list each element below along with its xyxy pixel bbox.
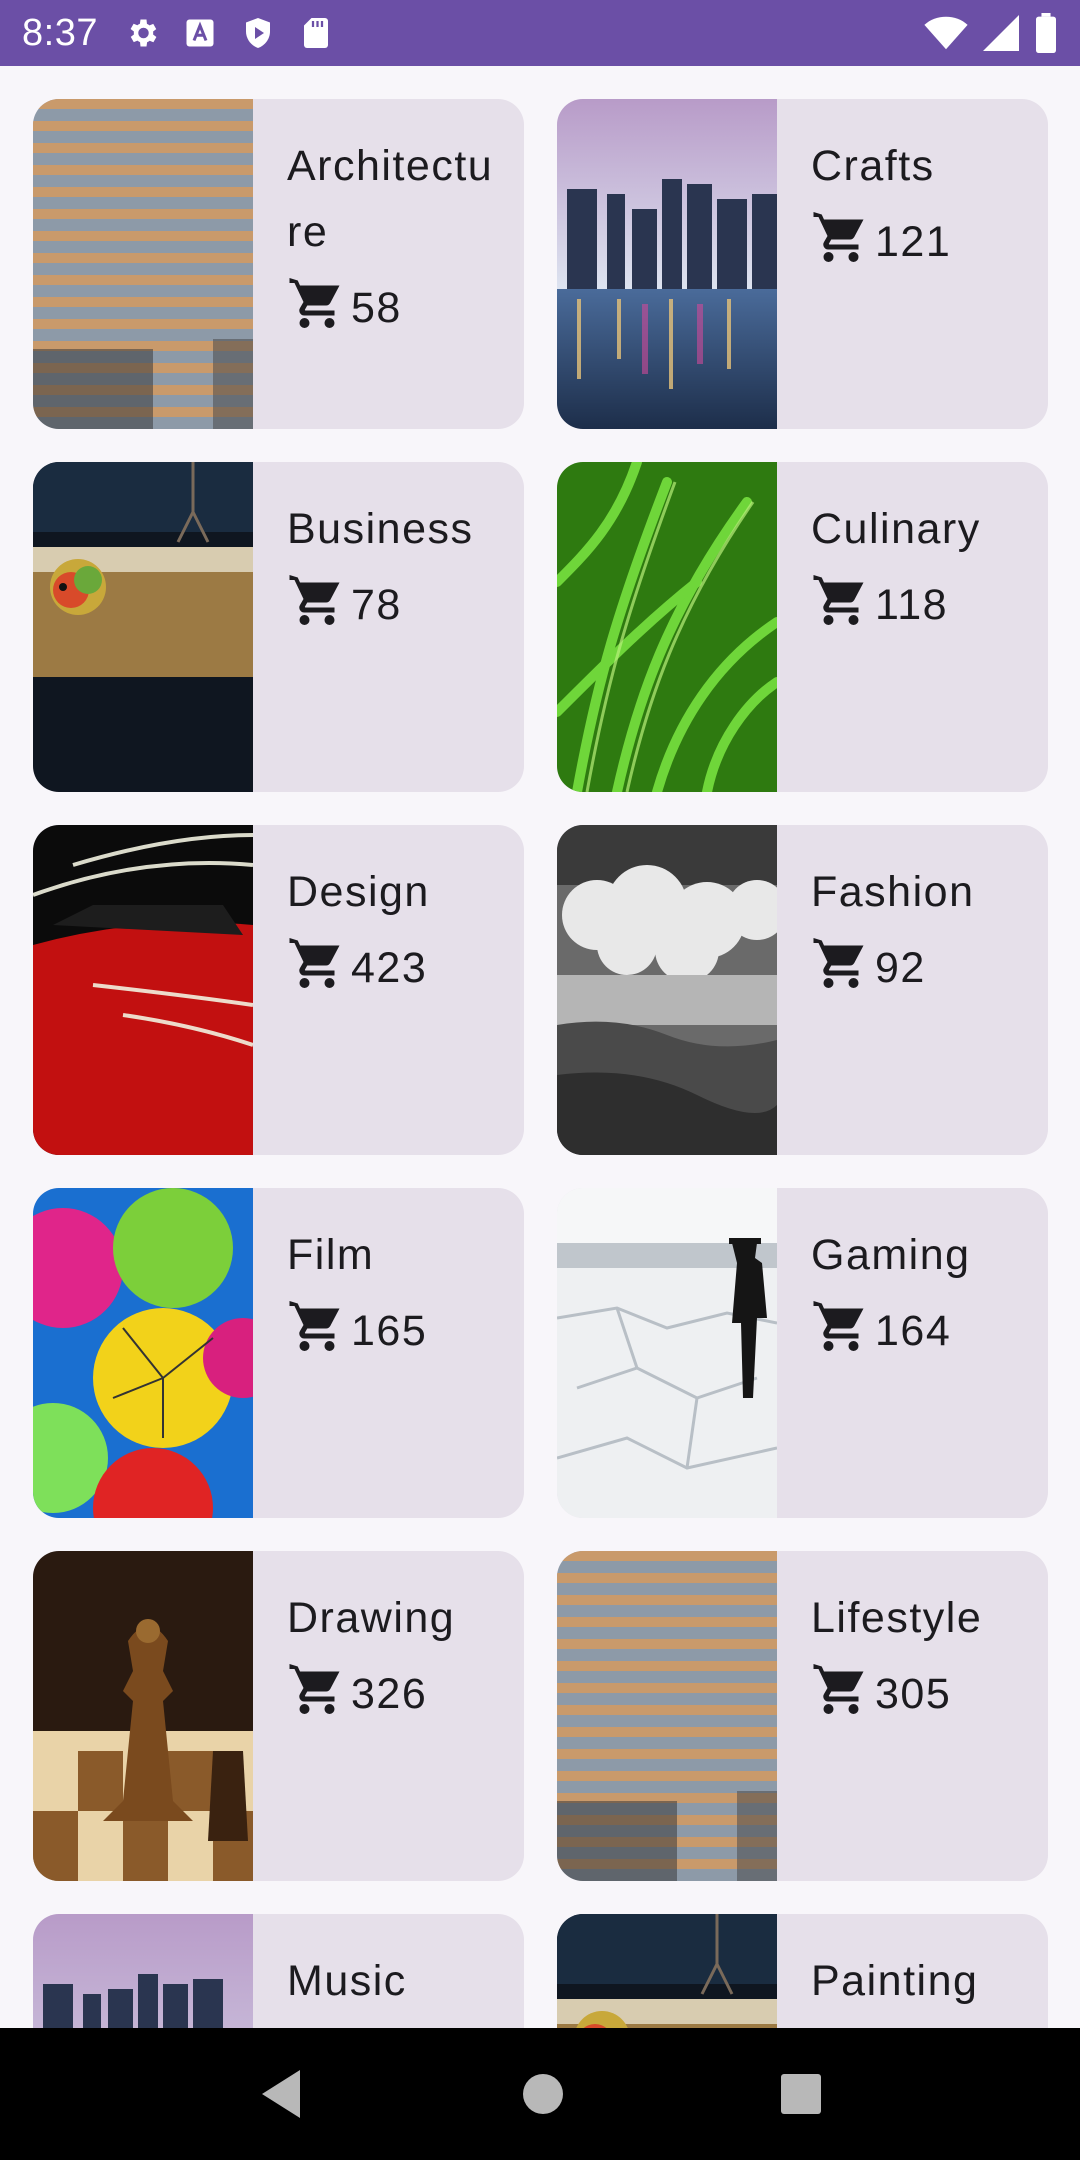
navigation-bar: [0, 2028, 1080, 2160]
topic-count: 164: [875, 1307, 952, 1355]
recents-icon[interactable]: [780, 2073, 822, 2115]
topic-grid: Architecture 58 Crafts 121 Business 78 C…: [0, 66, 1080, 2028]
topic-name: Drawing: [287, 1594, 456, 1642]
topic-count: 121: [875, 218, 952, 266]
topic-name: Architecture: [287, 142, 494, 256]
topic-name: Lifestyle: [811, 1594, 983, 1642]
status-bar: 8:37: [0, 0, 1080, 66]
topic-card[interactable]: Crafts 121: [557, 99, 1048, 429]
topic-name: Culinary: [811, 505, 981, 553]
topic-image-umbrellas: [33, 1188, 253, 1518]
topic-image-clouds-canyon: [557, 825, 777, 1155]
back-icon[interactable]: [258, 2068, 306, 2120]
sd-card-icon: [298, 15, 334, 51]
topic-image-grass: [557, 462, 777, 792]
topic-count: 326: [351, 1670, 428, 1718]
topic-count: 165: [351, 1307, 428, 1355]
topic-image-building: [557, 1551, 777, 1881]
topic-card[interactable]: Music: [33, 1914, 524, 2028]
topic-image-salt-flat: [557, 1188, 777, 1518]
cart-icon: [289, 273, 347, 344]
cart-icon: [289, 933, 347, 1004]
topic-card[interactable]: Drawing 326: [33, 1551, 524, 1881]
a-icon: [182, 15, 218, 51]
topic-card[interactable]: Lifestyle 305: [557, 1551, 1048, 1881]
topic-count: 423: [351, 944, 428, 992]
gear-icon: [124, 15, 160, 51]
topic-card[interactable]: Culinary 118: [557, 462, 1048, 792]
cart-icon: [813, 570, 871, 641]
topic-name: Crafts: [811, 142, 935, 190]
battery-icon: [1034, 13, 1058, 53]
home-icon[interactable]: [521, 2072, 565, 2116]
cart-icon: [289, 570, 347, 641]
topic-name: Music: [287, 1957, 407, 2005]
topic-name: Design: [287, 868, 430, 916]
topic-count: 78: [351, 581, 402, 629]
cart-icon: [289, 1296, 347, 1367]
topic-image-chess: [33, 1551, 253, 1881]
topic-card[interactable]: Painting: [557, 1914, 1048, 2028]
topic-name: Fashion: [811, 868, 975, 916]
topic-image-lovebird: [557, 1914, 777, 2028]
topic-count: 92: [875, 944, 926, 992]
signal-icon: [982, 15, 1020, 51]
topic-name: Painting: [811, 1957, 979, 2005]
topic-card[interactable]: Architecture 58: [33, 99, 524, 429]
topic-count: 305: [875, 1670, 952, 1718]
cart-icon: [813, 1659, 871, 1730]
topic-count: 118: [875, 581, 949, 629]
topic-card[interactable]: Design 423: [33, 825, 524, 1155]
topic-count: 58: [351, 284, 402, 332]
topic-name: Business: [287, 505, 474, 553]
topic-image-red-car: [33, 825, 253, 1155]
topic-card[interactable]: Business 78: [33, 462, 524, 792]
topic-name: Film: [287, 1231, 375, 1279]
status-time: 8:37: [22, 11, 98, 54]
cart-icon: [813, 207, 871, 278]
topic-card[interactable]: Fashion 92: [557, 825, 1048, 1155]
play-shield-icon: [240, 15, 276, 51]
topic-card[interactable]: Film 165: [33, 1188, 524, 1518]
cart-icon: [813, 933, 871, 1004]
topic-image-lovebird: [33, 462, 253, 792]
wifi-icon: [924, 15, 968, 51]
topic-image-skyline: [557, 99, 777, 429]
topic-card[interactable]: Gaming 164: [557, 1188, 1048, 1518]
cart-icon: [813, 1296, 871, 1367]
topic-name: Gaming: [811, 1231, 971, 1279]
cart-icon: [289, 1659, 347, 1730]
topic-image-skyline: [33, 1914, 253, 2028]
topic-image-building: [33, 99, 253, 429]
